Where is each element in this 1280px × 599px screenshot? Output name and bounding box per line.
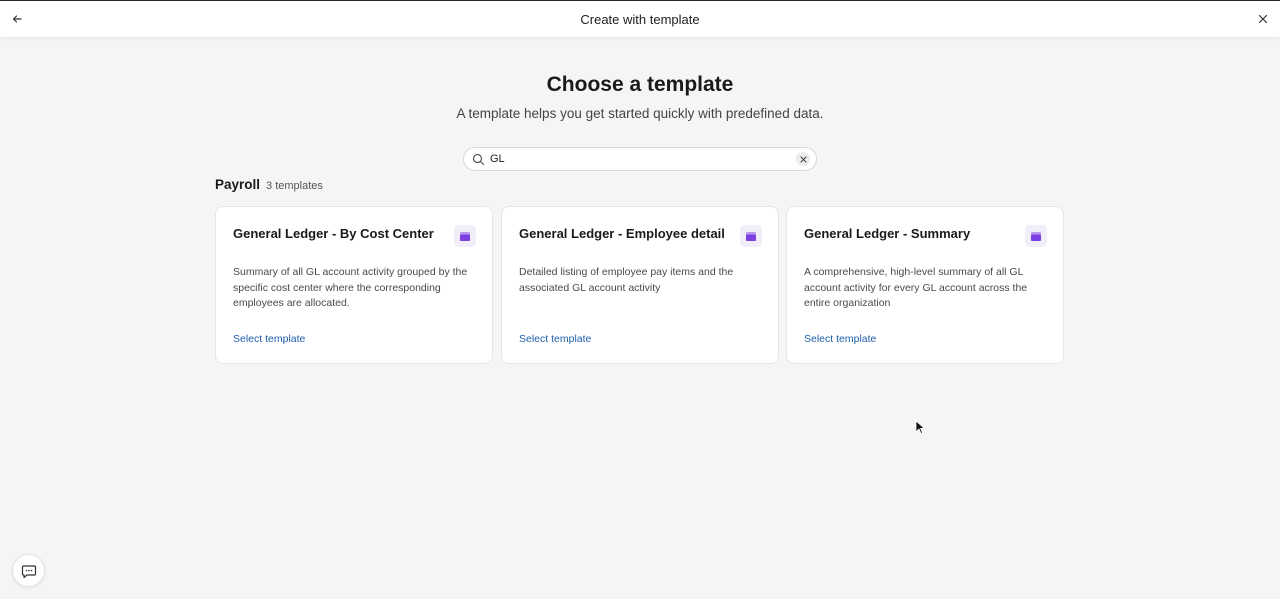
top-bar: Create with template bbox=[0, 0, 1280, 37]
card-title: General Ledger - Employee detail bbox=[519, 226, 725, 241]
clear-search-button[interactable] bbox=[796, 152, 810, 166]
search-icon bbox=[472, 153, 485, 166]
select-template-link[interactable]: Select template bbox=[519, 333, 591, 345]
folder-icon bbox=[1025, 225, 1047, 247]
page-title: Choose a template bbox=[546, 73, 734, 96]
search-input[interactable] bbox=[490, 149, 796, 169]
template-card[interactable]: General Ledger - By Cost Center Summary … bbox=[215, 206, 493, 364]
folder-icon bbox=[454, 225, 476, 247]
template-card[interactable]: General Ledger - Summary A comprehensive… bbox=[786, 206, 1064, 364]
chat-button[interactable] bbox=[12, 554, 45, 587]
template-card[interactable]: General Ledger - Employee detail Detaile… bbox=[501, 206, 779, 364]
dialog-title: Create with template bbox=[580, 11, 700, 27]
clear-icon bbox=[799, 155, 807, 163]
card-description: Detailed listing of employee pay items a… bbox=[519, 266, 734, 294]
chat-icon bbox=[21, 564, 36, 578]
close-button[interactable] bbox=[1254, 10, 1272, 28]
back-button[interactable] bbox=[8, 10, 26, 28]
select-template-link[interactable]: Select template bbox=[804, 333, 876, 345]
folder-icon bbox=[740, 225, 762, 247]
arrow-left-icon bbox=[12, 15, 22, 23]
card-description: Summary of all GL account activity group… bbox=[233, 266, 468, 309]
close-icon bbox=[1258, 14, 1268, 24]
section-name: Payroll bbox=[215, 177, 261, 192]
search-box bbox=[463, 147, 817, 171]
section-header: Payroll 3 templates bbox=[215, 177, 323, 192]
card-description: A comprehensive, high-level summary of a… bbox=[804, 266, 1028, 309]
card-title: General Ledger - Summary bbox=[804, 226, 971, 241]
template-count: 3 templates bbox=[266, 180, 323, 192]
select-template-link[interactable]: Select template bbox=[233, 333, 305, 345]
mouse-cursor-icon bbox=[915, 420, 925, 434]
page-subtitle: A template helps you get started quickly… bbox=[456, 106, 824, 121]
card-title: General Ledger - By Cost Center bbox=[233, 226, 434, 241]
